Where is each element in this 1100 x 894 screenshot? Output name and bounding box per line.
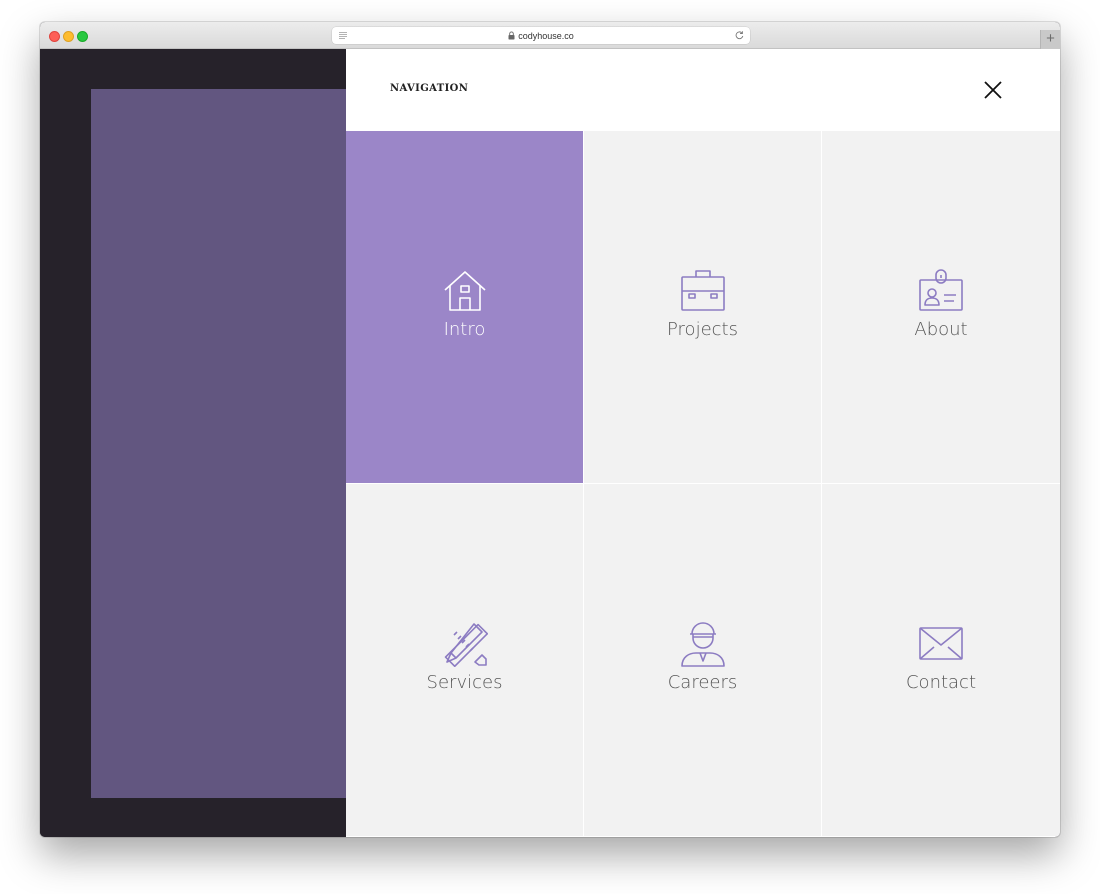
nav-item-label: Services — [346, 672, 583, 693]
page-viewport: NAVIGATION — [40, 49, 1060, 837]
nav-item-label: Projects — [584, 319, 821, 340]
close-navigation-button[interactable] — [982, 79, 1004, 101]
nav-item-projects[interactable]: Projects — [584, 131, 821, 483]
reader-icon[interactable] — [338, 31, 348, 40]
briefcase-icon — [680, 268, 726, 314]
navigation-header: NAVIGATION — [346, 49, 1060, 131]
browser-window: codyhouse.co + NAVIGATION — [40, 22, 1060, 837]
nav-item-label: Careers — [584, 672, 821, 693]
maximize-window-button[interactable] — [77, 31, 88, 42]
worker-icon — [680, 621, 726, 667]
url-text: codyhouse.co — [518, 31, 574, 41]
nav-item-label: Contact — [822, 672, 1060, 693]
nav-item-contact[interactable]: Contact — [822, 484, 1060, 836]
close-icon — [982, 79, 1004, 101]
navigation-panel: NAVIGATION — [346, 49, 1060, 837]
nav-item-label: About — [822, 319, 1060, 340]
lock-icon — [508, 31, 515, 40]
house-icon — [442, 268, 488, 314]
nav-item-intro[interactable]: Intro — [346, 131, 583, 483]
nav-item-label: Intro — [346, 319, 583, 340]
navigation-title: NAVIGATION — [390, 83, 468, 94]
nav-item-careers[interactable]: Careers — [584, 484, 821, 836]
close-window-button[interactable] — [49, 31, 60, 42]
address-bar[interactable]: codyhouse.co — [332, 27, 750, 44]
ruler-pencil-icon — [442, 621, 488, 667]
id-badge-icon — [918, 268, 964, 314]
nav-item-about[interactable]: About — [822, 131, 1060, 483]
navigation-grid: Intro Projects — [346, 131, 1060, 837]
plus-icon: + — [1046, 30, 1055, 47]
minimize-window-button[interactable] — [63, 31, 74, 42]
new-tab-button[interactable]: + — [1040, 30, 1060, 49]
browser-titlebar: codyhouse.co + — [40, 22, 1060, 49]
reload-icon[interactable] — [734, 30, 745, 41]
nav-item-services[interactable]: Services — [346, 484, 583, 836]
envelope-icon — [918, 621, 964, 667]
